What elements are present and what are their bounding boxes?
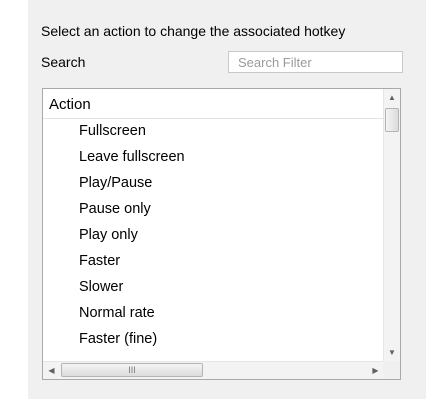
action-rows: Fullscreen Leave fullscreen Play/Pause P… bbox=[43, 118, 384, 352]
vertical-scroll-thumb[interactable] bbox=[385, 108, 399, 132]
vertical-scrollbar[interactable]: ▲ ▼ bbox=[383, 89, 400, 361]
arrow-up-icon: ▲ bbox=[388, 93, 396, 102]
horizontal-scrollbar[interactable]: ◀ III ▶ bbox=[43, 361, 384, 379]
search-input[interactable] bbox=[228, 51, 403, 73]
list-item[interactable]: Fullscreen bbox=[43, 118, 384, 144]
scroll-right-button[interactable]: ▶ bbox=[367, 362, 384, 379]
arrow-left-icon: ◀ bbox=[48, 366, 55, 375]
scroll-down-button[interactable]: ▼ bbox=[384, 344, 400, 361]
horizontal-scroll-thumb[interactable]: III bbox=[61, 363, 203, 377]
list-item[interactable]: Faster (fine) bbox=[43, 326, 384, 352]
scroll-left-button[interactable]: ◀ bbox=[43, 362, 60, 379]
arrow-down-icon: ▼ bbox=[388, 348, 396, 357]
search-label: Search bbox=[41, 54, 86, 70]
list-item[interactable]: Play/Pause bbox=[43, 170, 384, 196]
list-item[interactable]: Pause only bbox=[43, 196, 384, 222]
hotkeys-panel: Select an action to change the associate… bbox=[28, 0, 426, 399]
list-item[interactable]: Slower bbox=[43, 274, 384, 300]
list-item[interactable]: Play only bbox=[43, 222, 384, 248]
list-item[interactable]: Leave fullscreen bbox=[43, 144, 384, 170]
arrow-right-icon: ▶ bbox=[372, 366, 379, 375]
scroll-up-button[interactable]: ▲ bbox=[384, 89, 400, 106]
scrollbar-corner bbox=[383, 361, 400, 379]
column-header-label: Action bbox=[49, 96, 91, 113]
instructions-text: Select an action to change the associate… bbox=[41, 23, 346, 39]
grip-icon: III bbox=[128, 364, 136, 375]
actions-list[interactable]: Action Fullscreen Leave fullscreen Play/… bbox=[42, 88, 401, 380]
column-header-action[interactable]: Action bbox=[43, 89, 384, 119]
list-item[interactable]: Faster bbox=[43, 248, 384, 274]
list-item[interactable]: Normal rate bbox=[43, 300, 384, 326]
